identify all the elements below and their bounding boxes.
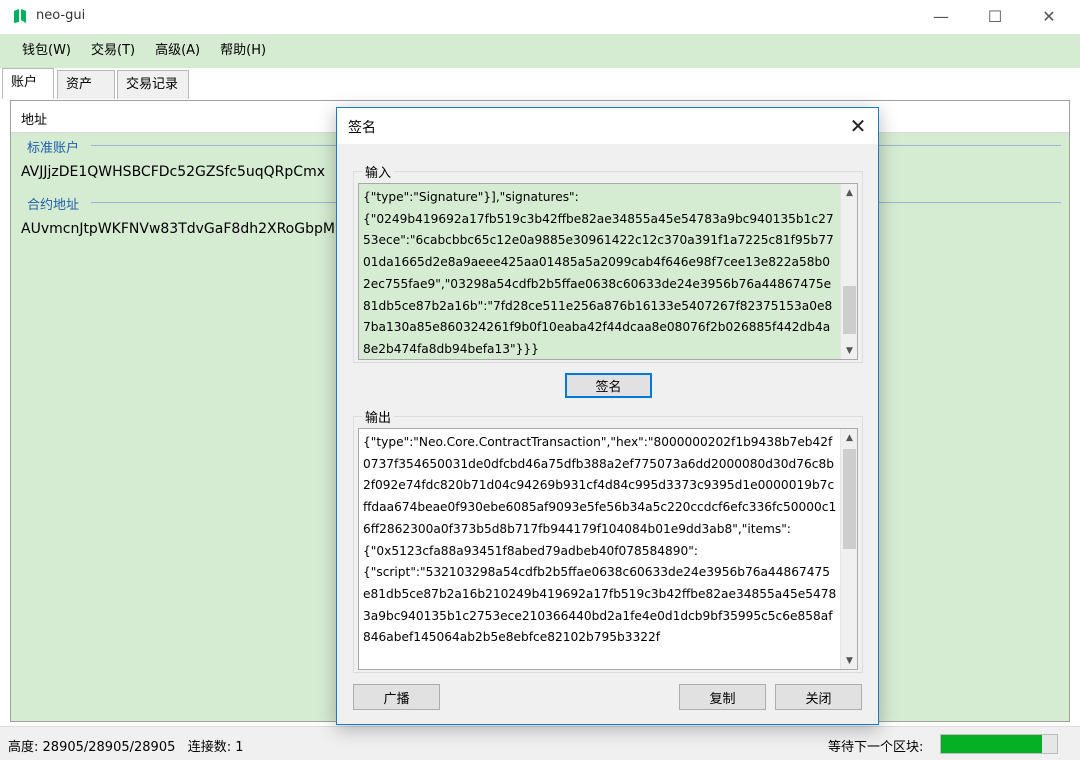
column-header-address[interactable]: 地址 <box>21 109 47 128</box>
scroll-thumb[interactable] <box>843 449 856 549</box>
progress-fill <box>941 735 1042 753</box>
height-value: 28905/28905/28905 <box>42 740 176 755</box>
dialog-title: 签名 <box>348 120 376 136</box>
connections-value: 1 <box>235 740 244 755</box>
neo-logo-icon <box>14 9 26 23</box>
scroll-up-icon[interactable]: ▲ <box>841 184 857 201</box>
maximize-button[interactable]: ☐ <box>972 0 1018 32</box>
dialog-titlebar: 签名 ✕ <box>337 108 878 144</box>
output-text: {"type":"Neo.Core.ContractTransaction","… <box>363 435 837 645</box>
group-standard-accounts: 标准账户 <box>27 141 80 156</box>
output-textarea[interactable]: {"type":"Neo.Core.ContractTransaction","… <box>358 428 858 670</box>
menu-advanced[interactable]: 高级(A) <box>145 34 210 68</box>
scroll-down-icon[interactable]: ▼ <box>841 342 857 359</box>
scroll-down-icon[interactable]: ▼ <box>841 652 857 669</box>
sign-button[interactable]: 签名 <box>565 373 652 398</box>
scroll-up-icon[interactable]: ▲ <box>841 429 857 446</box>
scroll-thumb[interactable] <box>843 286 856 334</box>
tab-accounts[interactable]: 账户 <box>2 68 54 99</box>
app-title: neo-gui <box>36 8 86 23</box>
account-address-standard[interactable]: AVJJjzDE1QWHSBCFDc52GZSfc5uqQRpCmx <box>21 164 325 180</box>
window-titlebar: neo-gui — ☐ ✕ <box>0 0 1080 34</box>
input-groupbox: 输入 {"type":"Signature"}],"signatures": {… <box>353 162 863 363</box>
tab-assets[interactable]: 资产 <box>57 70 115 99</box>
broadcast-button[interactable]: 广播 <box>353 684 440 710</box>
output-label: 输出 <box>362 407 395 426</box>
status-bar: 高度: 28905/28905/28905 连接数: 1 等待下一个区块: <box>0 726 1080 760</box>
next-block-progress-bar <box>940 734 1058 754</box>
output-scrollbar[interactable]: ▲ ▼ <box>840 429 857 669</box>
menu-wallet[interactable]: 钱包(W) <box>12 34 81 68</box>
menu-transaction[interactable]: 交易(T) <box>81 34 145 68</box>
copy-button[interactable]: 复制 <box>679 684 766 710</box>
next-block-label: 等待下一个区块: <box>828 740 924 755</box>
close-window-button[interactable]: ✕ <box>1026 0 1072 32</box>
tab-transaction-history[interactable]: 交易记录 <box>117 70 189 99</box>
close-button[interactable]: 关闭 <box>775 684 862 710</box>
connections-label: 连接数: <box>187 740 232 755</box>
menu-bar: 钱包(W) 交易(T) 高级(A) 帮助(H) <box>0 34 1080 68</box>
account-address-contract[interactable]: AUvmcnJtpWKFNVw83TdvGaF8dh2XRoGbpM <box>21 221 335 237</box>
height-label: 高度: <box>8 740 39 755</box>
input-textarea[interactable]: {"type":"Signature"}],"signatures": {"02… <box>358 183 858 360</box>
input-scrollbar[interactable]: ▲ ▼ <box>840 184 857 359</box>
input-label: 输入 <box>362 162 395 181</box>
status-height: 高度: 28905/28905/28905 连接数: 1 <box>8 736 244 755</box>
output-groupbox: 输出 {"type":"Neo.Core.ContractTransaction… <box>353 407 863 673</box>
tab-strip: 账户 资产 交易记录 <box>0 68 1080 99</box>
menu-help[interactable]: 帮助(H) <box>210 34 276 68</box>
minimize-button[interactable]: — <box>918 0 964 32</box>
group-contract-addresses: 合约地址 <box>27 198 80 213</box>
sign-dialog: 签名 ✕ 输入 {"type":"Signature"}],"signature… <box>336 107 879 725</box>
dialog-close-icon[interactable]: ✕ <box>842 112 874 140</box>
input-text: {"type":"Signature"}],"signatures": {"02… <box>363 190 834 356</box>
